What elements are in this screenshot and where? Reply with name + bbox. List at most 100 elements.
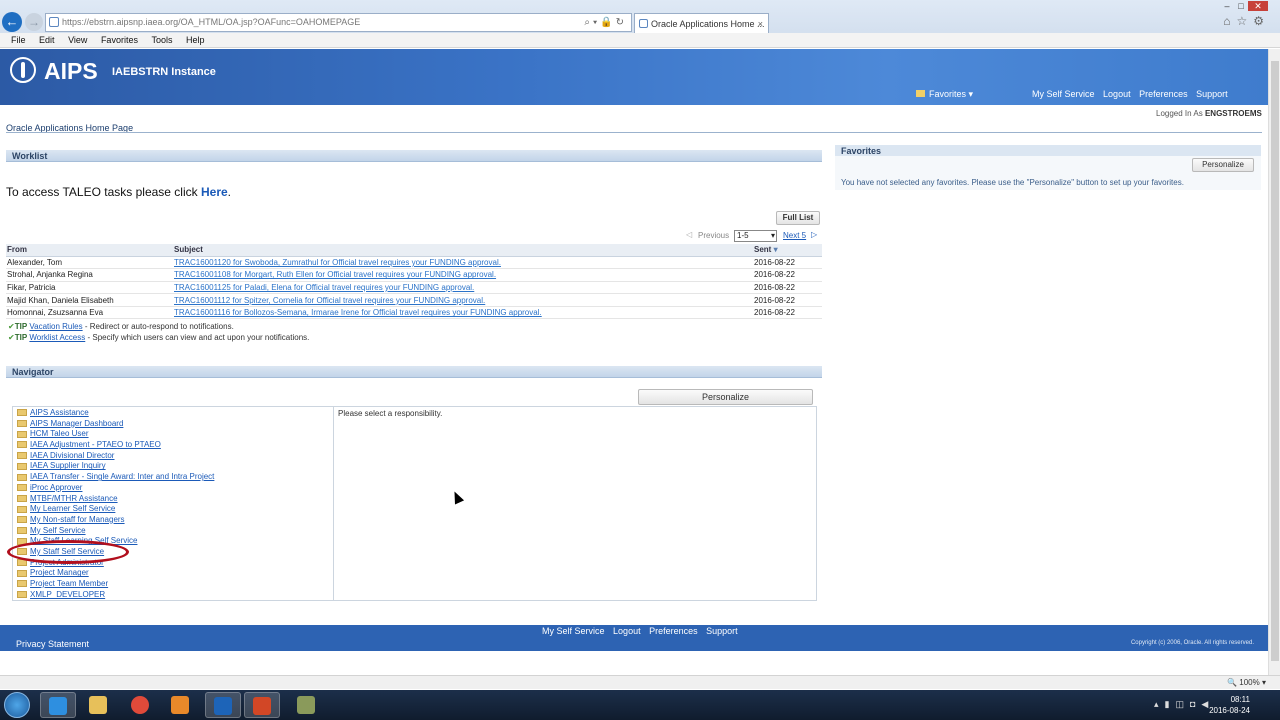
powerpoint-icon: [253, 697, 271, 715]
menu-help[interactable]: Help: [186, 33, 205, 47]
nav-item[interactable]: AIPS Manager Dashboard: [13, 419, 333, 430]
media-taskbar-icon[interactable]: [162, 692, 198, 718]
minimize-icon[interactable]: –: [1220, 1, 1234, 11]
privacy-statement-link[interactable]: Privacy Statement: [16, 639, 89, 649]
powerpoint-taskbar-icon[interactable]: [244, 692, 280, 718]
zoom-level[interactable]: 🔍 100% ▾: [1227, 678, 1266, 687]
ie-icon: [49, 697, 67, 715]
vertical-scrollbar[interactable]: [1268, 49, 1280, 675]
menu-favorites[interactable]: Favorites: [101, 33, 138, 47]
worklist-pager: ◁ Previous 1-5 ▾ Next 5 ▷: [686, 230, 822, 242]
previous-link[interactable]: Previous: [698, 231, 729, 240]
taleo-text: To access TALEO tasks please click Here.: [6, 185, 231, 199]
windows-taskbar: ▴▮◫◘◀ 08:11 2016-08-24: [0, 690, 1280, 720]
row-subject-link[interactable]: TRAC16001120 for Swoboda, Zumrathul for …: [173, 256, 753, 270]
forward-arrow-icon[interactable]: →: [25, 13, 43, 31]
back-arrow-icon[interactable]: ←: [2, 12, 22, 32]
close-window-icon[interactable]: ✕: [1248, 1, 1268, 11]
row-subject-link[interactable]: TRAC16001112 for Spitzer, Cornelia for O…: [173, 293, 753, 307]
nav-item[interactable]: XMLP_DEVELOPER: [13, 590, 333, 601]
worklist-tips: ✔TIP Vacation Rules - Redirect or auto-r…: [8, 321, 309, 343]
table-header-row: From Subject Sent ▾: [6, 244, 822, 257]
row-from: Homonnai, Zsuzsanna Eva: [6, 306, 173, 320]
tab-close-icon[interactable]: ×: [758, 14, 763, 34]
row-from: Fikar, Patricia: [6, 281, 173, 295]
favorites-personalize-button[interactable]: Personalize: [1192, 158, 1254, 172]
row-subject-link[interactable]: TRAC16001108 for Morgart, Ruth Ellen for…: [173, 268, 753, 282]
favorites-label: Favorites: [929, 89, 967, 99]
home-star-gear-icons[interactable]: ⌂☆⚙: [1223, 14, 1270, 28]
nav-item[interactable]: My Non-staff for Managers: [13, 515, 333, 526]
navigator-panel: AIPS Assistance AIPS Manager Dashboard H…: [12, 406, 817, 601]
nav-item[interactable]: HCM Taleo User: [13, 429, 333, 440]
navigator-message: Please select a responsibility.: [338, 409, 443, 418]
scrollbar-thumb[interactable]: [1271, 61, 1279, 661]
footer-link-preferences[interactable]: Preferences: [649, 626, 698, 636]
col-sent[interactable]: Sent ▾: [753, 244, 822, 257]
folder-icon: [17, 441, 27, 449]
app-taskbar-icon[interactable]: [288, 692, 324, 718]
navigator-personalize-button[interactable]: Personalize: [638, 389, 813, 405]
range-select[interactable]: 1-5 ▾: [734, 230, 777, 242]
row-subject-link[interactable]: TRAC16001116 for Bollozos-Semana, Irmara…: [173, 306, 753, 320]
outlook-taskbar-icon[interactable]: [205, 692, 241, 718]
nav-item[interactable]: Project Team Member: [13, 579, 333, 590]
link-logout[interactable]: Logout: [1103, 89, 1131, 99]
outlook-icon: [214, 697, 232, 715]
link-preferences[interactable]: Preferences: [1139, 89, 1188, 99]
sort-desc-icon: ▾: [773, 245, 778, 255]
row-subject-link[interactable]: TRAC16001125 for Paladi, Elena for Offic…: [173, 281, 753, 295]
table-row: Alexander, Tom TRAC16001120 for Swoboda, …: [6, 256, 822, 270]
menu-file[interactable]: File: [11, 33, 26, 47]
taleo-here-link[interactable]: Here: [201, 185, 228, 199]
menu-tools[interactable]: Tools: [151, 33, 172, 47]
folder-icon: [17, 452, 27, 460]
footer-link-logout[interactable]: Logout: [613, 626, 641, 636]
table-row: Strohal, Anjanka Regina TRAC16001108 for …: [6, 268, 822, 282]
nav-item[interactable]: iProc Approver: [13, 483, 333, 494]
window-controls[interactable]: – □ ✕: [1220, 0, 1276, 11]
nav-item[interactable]: IAEA Supplier Inquiry: [13, 461, 333, 472]
nav-item[interactable]: AIPS Assistance: [13, 408, 333, 419]
browser-tab[interactable]: Oracle Applications Home ... ×: [634, 13, 769, 33]
clock[interactable]: 08:11 2016-08-24: [1209, 694, 1250, 716]
row-from: Strohal, Anjanka Regina: [6, 268, 173, 282]
nav-item[interactable]: IAEA Adjustment - PTAEO to PTAEO: [13, 440, 333, 451]
vacation-rules-link[interactable]: Vacation Rules: [29, 322, 82, 331]
link-support[interactable]: Support: [1196, 89, 1228, 99]
next-link[interactable]: Next 5: [783, 231, 806, 240]
nav-item[interactable]: IAEA Transfer - Single Award: Inter and …: [13, 472, 333, 483]
link-my-self-service[interactable]: My Self Service: [1032, 89, 1095, 99]
nav-item[interactable]: MTBF/MTHR Assistance: [13, 494, 333, 505]
nav-item[interactable]: My Learner Self Service: [13, 504, 333, 515]
tip-worklist-access: ✔TIP Worklist Access - Specify which use…: [8, 332, 309, 343]
next-arrow-icon[interactable]: ▷: [811, 230, 817, 239]
zoom-value: 100%: [1239, 678, 1260, 687]
oracle-footer: My Self Service Logout Preferences Suppo…: [0, 625, 1268, 651]
clock-time: 08:11: [1230, 695, 1250, 704]
nav-item[interactable]: IAEA Divisional Director: [13, 451, 333, 462]
col-from[interactable]: From: [6, 244, 173, 257]
row-sent: 2016-08-22: [753, 256, 822, 270]
favorites-menu[interactable]: Favorites ▾: [916, 89, 973, 100]
address-tools-icon[interactable]: ⌕▾🔒↻: [584, 14, 627, 31]
col-subject[interactable]: Subject: [173, 244, 753, 257]
footer-link-support[interactable]: Support: [706, 626, 738, 636]
address-bar[interactable]: https://ebstrn.aipsnp.iaea.org/OA_HTML/O…: [45, 13, 632, 32]
tip-vacation: ✔TIP Vacation Rules - Redirect or auto-r…: [8, 321, 309, 332]
menu-edit[interactable]: Edit: [39, 33, 55, 47]
ie-taskbar-icon[interactable]: [40, 692, 76, 718]
global-links: My Self Service Logout Preferences Suppo…: [1032, 89, 1234, 99]
nav-item[interactable]: My Self Service: [13, 526, 333, 537]
worklist-access-link[interactable]: Worklist Access: [29, 333, 85, 342]
full-list-button[interactable]: Full List: [776, 211, 820, 225]
start-button[interactable]: [4, 692, 30, 718]
explorer-taskbar-icon[interactable]: [80, 692, 116, 718]
footer-link-my-self-service[interactable]: My Self Service: [542, 626, 605, 636]
chrome-taskbar-icon[interactable]: [122, 692, 158, 718]
nav-item[interactable]: Project Manager: [13, 568, 333, 579]
maximize-icon[interactable]: □: [1234, 1, 1248, 11]
menu-view[interactable]: View: [68, 33, 87, 47]
system-tray-icons[interactable]: ▴▮◫◘◀: [1154, 699, 1214, 710]
logged-in-user: ENGSTROEMS: [1204, 109, 1262, 118]
